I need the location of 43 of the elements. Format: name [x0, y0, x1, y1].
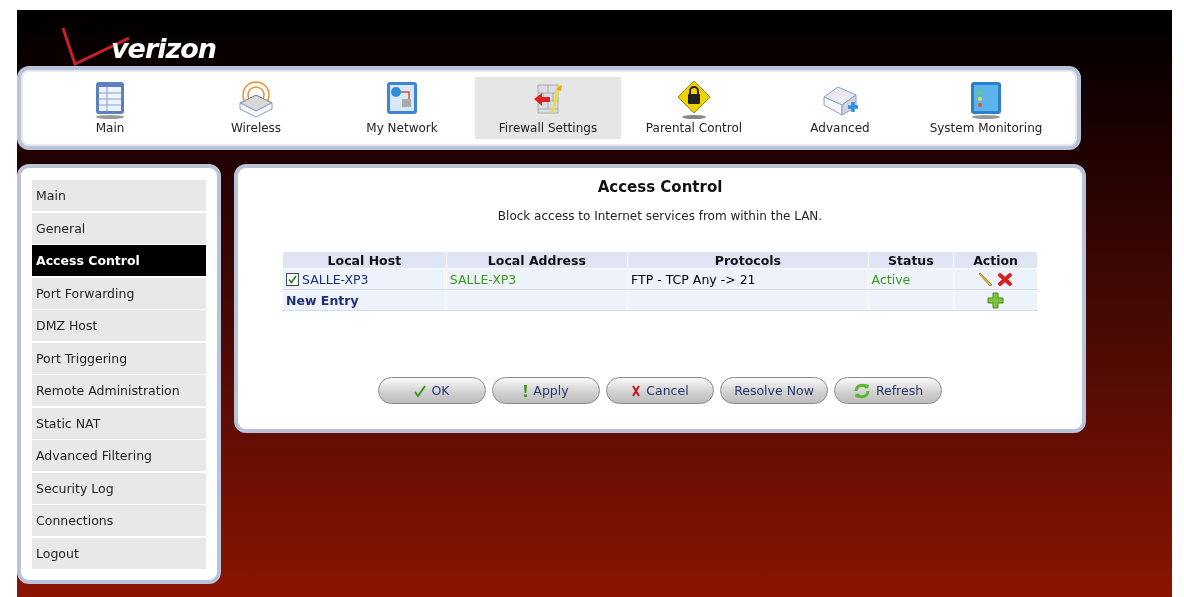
nav-tab[interactable]: Firewall Settings — [475, 77, 621, 139]
exclamation-icon — [523, 384, 529, 397]
action-button[interactable]: Resolve Now — [720, 377, 828, 404]
check-icon — [414, 384, 427, 397]
nav-tab[interactable]: Main — [37, 77, 183, 139]
host-link[interactable]: SALLE-XP3 — [302, 271, 369, 287]
logo: verizon — [111, 33, 216, 64]
sidebar-item[interactable]: DMZ Host — [32, 310, 206, 341]
page-title: Access Control — [597, 178, 723, 196]
sidebar-item[interactable]: Logout — [32, 537, 206, 569]
checkbox[interactable] — [286, 272, 299, 286]
action-button[interactable]: OK — [378, 377, 486, 404]
column-header: Protocols — [627, 251, 869, 269]
description: Block access to Internet services from within the LAN. — [497, 209, 823, 223]
sidebar-item[interactable]: Port Forwarding — [32, 277, 206, 309]
sidebar-item[interactable]: Static NAT — [32, 407, 206, 439]
column-header: Action — [953, 251, 1038, 269]
action-button[interactable]: Apply — [492, 377, 600, 404]
column-header: Local Address — [446, 251, 628, 269]
sidebar-item[interactable]: Port Triggering — [32, 342, 206, 374]
cross-icon — [631, 384, 642, 397]
nav-tab[interactable]: Wireless — [183, 77, 329, 139]
refresh-icon — [852, 381, 871, 400]
sidebar-item[interactable]: Advanced Filtering — [32, 440, 206, 471]
sidebar-item[interactable]: Connections — [32, 505, 206, 536]
sidebar-item[interactable]: General — [32, 212, 206, 244]
wireless-router-icon — [236, 79, 276, 119]
delete-icon[interactable] — [996, 271, 1013, 287]
sidebar-item[interactable]: Remote Administration — [32, 375, 206, 406]
table-cell: FTP - TCP Any -> 21 — [627, 268, 869, 290]
action-button[interactable]: Refresh — [834, 377, 942, 404]
nav-tab[interactable]: Parental Control — [621, 77, 767, 139]
nav-tab[interactable]: My Network — [329, 77, 475, 139]
nav-tab[interactable]: Advanced — [767, 77, 913, 139]
column-header: Status — [868, 251, 954, 269]
nav-tab[interactable]: System Monitoring — [913, 77, 1059, 139]
action-button[interactable]: Cancel — [606, 377, 714, 404]
sidebar-item[interactable]: Security Log — [32, 472, 206, 504]
add-icon[interactable] — [987, 291, 1005, 309]
pencil-icon[interactable] — [978, 271, 995, 287]
sidebar-item[interactable]: Access Control — [32, 245, 206, 276]
sidebar-item[interactable]: Main — [32, 180, 206, 211]
column-header: Local Host — [282, 251, 447, 269]
